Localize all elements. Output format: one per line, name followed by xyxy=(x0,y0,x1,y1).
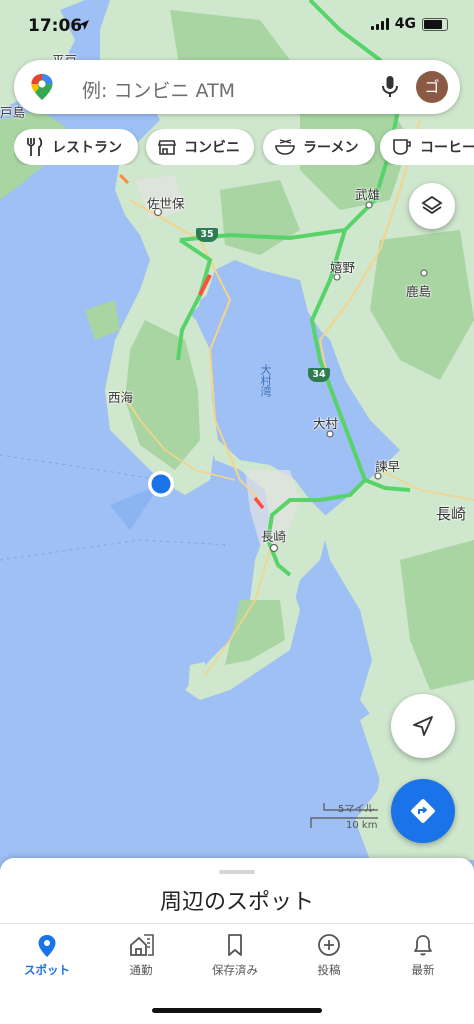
place-label: 大村 xyxy=(313,416,339,431)
place-label: 長崎 xyxy=(436,505,467,523)
category-chips: レストラン コンビニ ラーメン コーヒー xyxy=(14,129,474,165)
place-label: 長崎 xyxy=(261,529,287,544)
chip-label: レストラン xyxy=(52,140,122,156)
place-label: 鹿島 xyxy=(406,284,432,299)
nav-label: スポット xyxy=(24,963,70,977)
nav-label: 最新 xyxy=(411,963,435,977)
nav-label: 保存済み xyxy=(212,963,258,977)
store-icon xyxy=(158,140,176,155)
account-avatar[interactable]: ゴ xyxy=(416,71,448,103)
route-shield: 35 xyxy=(196,228,218,242)
nav-item-updates[interactable]: 最新 xyxy=(376,924,470,984)
add-circle-icon xyxy=(318,934,340,956)
current-location-dot xyxy=(151,474,171,494)
directions-button[interactable] xyxy=(391,779,455,843)
place-label: 諫早 xyxy=(375,459,401,474)
bell-icon xyxy=(414,935,432,956)
search-placeholder[interactable]: 例: コンビニ ATM xyxy=(82,76,235,103)
fork-knife-icon xyxy=(27,137,43,156)
nav-item-commute[interactable]: 通勤 xyxy=(94,924,188,984)
chip-convenience-store[interactable]: コンビニ xyxy=(146,129,254,165)
sheet-drag-handle[interactable] xyxy=(219,870,255,874)
scale-imperial: 5マイル xyxy=(338,804,375,815)
home-indicator[interactable] xyxy=(152,1008,322,1013)
layers-icon xyxy=(421,195,443,215)
google-maps-logo-icon xyxy=(31,74,53,100)
commute-icon xyxy=(130,934,154,956)
place-label: 嬉野 xyxy=(330,260,356,275)
chip-label: コーヒー xyxy=(420,140,474,156)
nav-label: 投稿 xyxy=(317,963,341,977)
signal-icon xyxy=(370,18,389,30)
network-type: 4G xyxy=(394,16,416,32)
chip-ramen[interactable]: ラーメン xyxy=(263,129,375,165)
status-time: 17:06 xyxy=(28,16,83,36)
battery-icon xyxy=(422,17,448,31)
place-label: 佐世保 xyxy=(147,196,185,211)
route-shield: 34 xyxy=(308,368,330,382)
chip-label: ラーメン xyxy=(303,140,359,156)
layers-button[interactable] xyxy=(409,183,455,229)
bottom-nav: スポット 通勤 保存済み 投稿 最新 xyxy=(0,923,474,984)
ramen-bowl-icon xyxy=(275,139,295,155)
chip-restaurant[interactable]: レストラン xyxy=(14,129,138,165)
water-label: 大村湾 xyxy=(259,364,272,397)
chip-label: コンビニ xyxy=(184,140,240,156)
sheet-title: 周辺のスポット xyxy=(159,890,314,915)
nav-label: 通勤 xyxy=(129,963,153,977)
search-bar[interactable]: 例: コンビニ ATM ゴ xyxy=(14,60,460,114)
scale-metric: 10 km xyxy=(346,820,378,831)
coffee-cup-icon xyxy=(393,139,411,155)
directions-icon xyxy=(411,799,435,823)
nav-item-saved[interactable]: 保存済み xyxy=(188,924,282,984)
microphone-icon[interactable] xyxy=(380,75,400,99)
bookmark-icon xyxy=(228,934,242,956)
place-label: 武雄 xyxy=(355,187,381,202)
location-pin-icon xyxy=(38,935,56,957)
nav-item-contribute[interactable]: 投稿 xyxy=(282,924,376,984)
my-location-button[interactable] xyxy=(391,694,455,758)
chip-coffee[interactable]: コーヒー xyxy=(380,129,474,165)
status-bar: 17:06 4G xyxy=(0,0,474,50)
navigation-arrow-icon xyxy=(413,716,433,736)
place-label: 西海 xyxy=(108,390,134,405)
nav-item-explore[interactable]: スポット xyxy=(0,924,94,984)
location-arrow-icon xyxy=(79,20,89,30)
